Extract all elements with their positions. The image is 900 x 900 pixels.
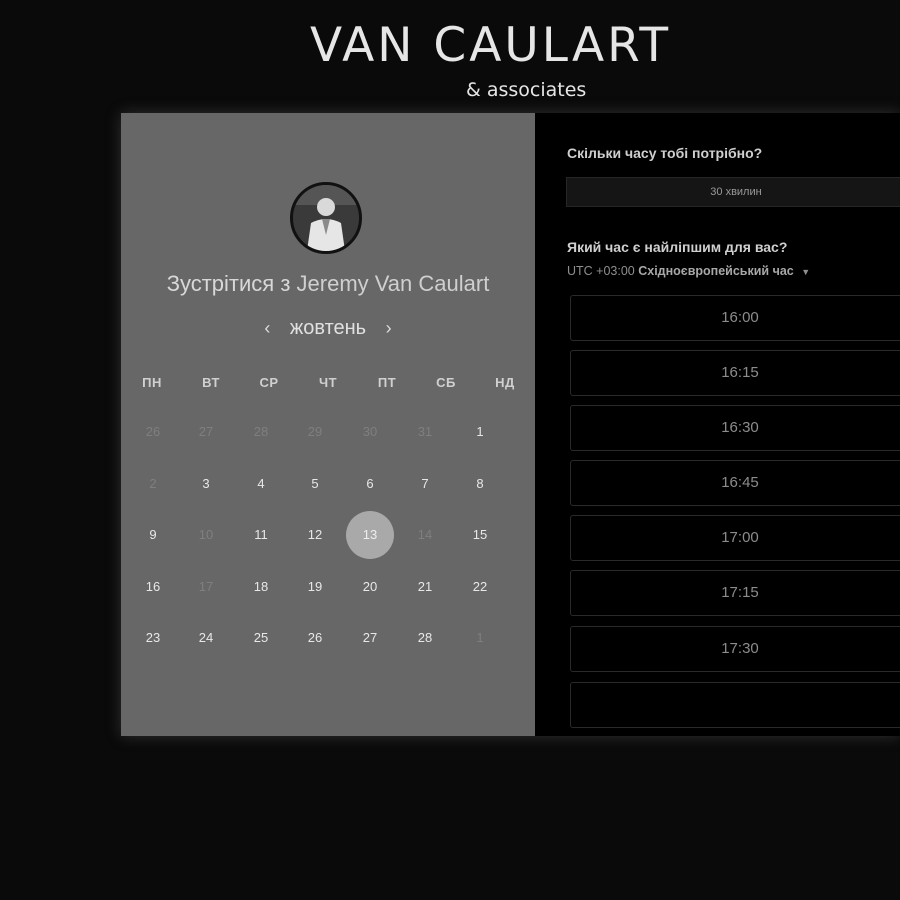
calendar-day[interactable]: 8 [456, 460, 504, 508]
calendar-day: 30 [362, 424, 378, 439]
calendar-day: 1 [476, 630, 484, 645]
weekday-label: ВТ [202, 375, 220, 390]
calendar-day[interactable]: 23 [129, 614, 177, 662]
timezone-offset: UTC +03:00 [567, 264, 635, 278]
calendar-day: 17 [198, 579, 214, 594]
month-label: жовтень [289, 317, 367, 339]
time-slot-button[interactable]: 17:15 [570, 570, 900, 616]
calendar-day[interactable]: 27 [346, 614, 394, 662]
caret-down-icon: ▼ [801, 267, 811, 277]
calendar-day: 27 [198, 424, 214, 439]
time-slot-partial [570, 682, 900, 728]
calendar-day[interactable]: 4 [237, 460, 285, 508]
calendar-day[interactable]: 12 [291, 511, 339, 559]
time-slot-button[interactable]: 17:00 [570, 515, 900, 561]
time-slot-button[interactable]: 16:00 [570, 295, 900, 341]
calendar-day[interactable]: 7 [401, 460, 449, 508]
weekday-label: ЧТ [318, 375, 338, 390]
calendar-day[interactable]: 9 [129, 511, 177, 559]
chevron-right-icon[interactable]: › [378, 318, 400, 339]
calendar-day[interactable]: 24 [182, 614, 230, 662]
calendar-day[interactable]: 3 [182, 460, 230, 508]
calendar-panel: Зустрітися з Jeremy Van Caulart ‹ жовтен… [121, 113, 535, 736]
weekday-label: СР [259, 375, 279, 390]
calendar-day[interactable]: 16 [129, 563, 177, 611]
weekday-label: СБ [436, 375, 456, 390]
calendar-day: 2 [149, 476, 157, 491]
time-question: Який час є найліпшим для вас? [567, 239, 788, 255]
calendar-day[interactable]: 20 [346, 563, 394, 611]
timezone-name: Східноєвропейський час [638, 264, 794, 278]
brand-logo-title: VAN CAULART [310, 18, 672, 73]
calendar-day: 14 [417, 527, 433, 542]
calendar-day[interactable]: 19 [291, 563, 339, 611]
month-navigation: ‹ жовтень › [121, 317, 535, 340]
calendar-day: 31 [417, 424, 433, 439]
calendar-day: 26 [145, 424, 161, 439]
calendar-day[interactable]: 6 [346, 460, 394, 508]
booking-card: Зустрітися з Jeremy Van Caulart ‹ жовтен… [121, 113, 900, 736]
time-slot-button[interactable]: 17:30 [570, 626, 900, 672]
calendar-day[interactable]: 15 [456, 511, 504, 559]
weekday-label: ПТ [377, 375, 397, 390]
time-slot-button[interactable]: 16:15 [570, 350, 900, 396]
duration-select[interactable]: 30 хвилин [566, 177, 900, 207]
duration-question: Скільки часу тобі потрібно? [567, 145, 763, 161]
chevron-left-icon[interactable]: ‹ [256, 318, 278, 339]
calendar-day: 28 [253, 424, 269, 439]
time-panel: Скільки часу тобі потрібно? 30 хвилин Як… [535, 113, 900, 736]
calendar-day[interactable]: 11 [237, 511, 285, 559]
calendar-day[interactable]: 5 [291, 460, 339, 508]
calendar-day[interactable]: 25 [237, 614, 285, 662]
time-slot-button[interactable]: 16:45 [570, 460, 900, 506]
calendar-day[interactable]: 22 [456, 563, 504, 611]
meeting-title: Зустрітися з Jeremy Van Caulart [121, 271, 535, 297]
calendar-day[interactable]: 26 [291, 614, 339, 662]
brand-logo-subtitle: & associates [466, 79, 587, 101]
time-slot-button[interactable]: 16:30 [570, 405, 900, 451]
calendar-day-selected[interactable]: 13 [346, 511, 394, 559]
calendar-day[interactable]: 21 [401, 563, 449, 611]
host-name: Jeremy Van Caulart [296, 271, 490, 296]
calendar-day[interactable]: 18 [237, 563, 285, 611]
meeting-title-prefix: Зустрітися з [166, 271, 291, 296]
weekday-label: НД [495, 375, 515, 390]
weekday-label: ПН [142, 375, 162, 390]
calendar-day: 29 [307, 424, 323, 439]
avatar [290, 182, 362, 254]
host-photo-icon [293, 185, 359, 251]
timezone-select[interactable]: UTC +03:00 Східноєвропейський час ▼ [567, 264, 810, 278]
calendar-day: 10 [198, 527, 214, 542]
calendar-day[interactable]: 1 [456, 408, 504, 456]
calendar-day[interactable]: 28 [401, 614, 449, 662]
